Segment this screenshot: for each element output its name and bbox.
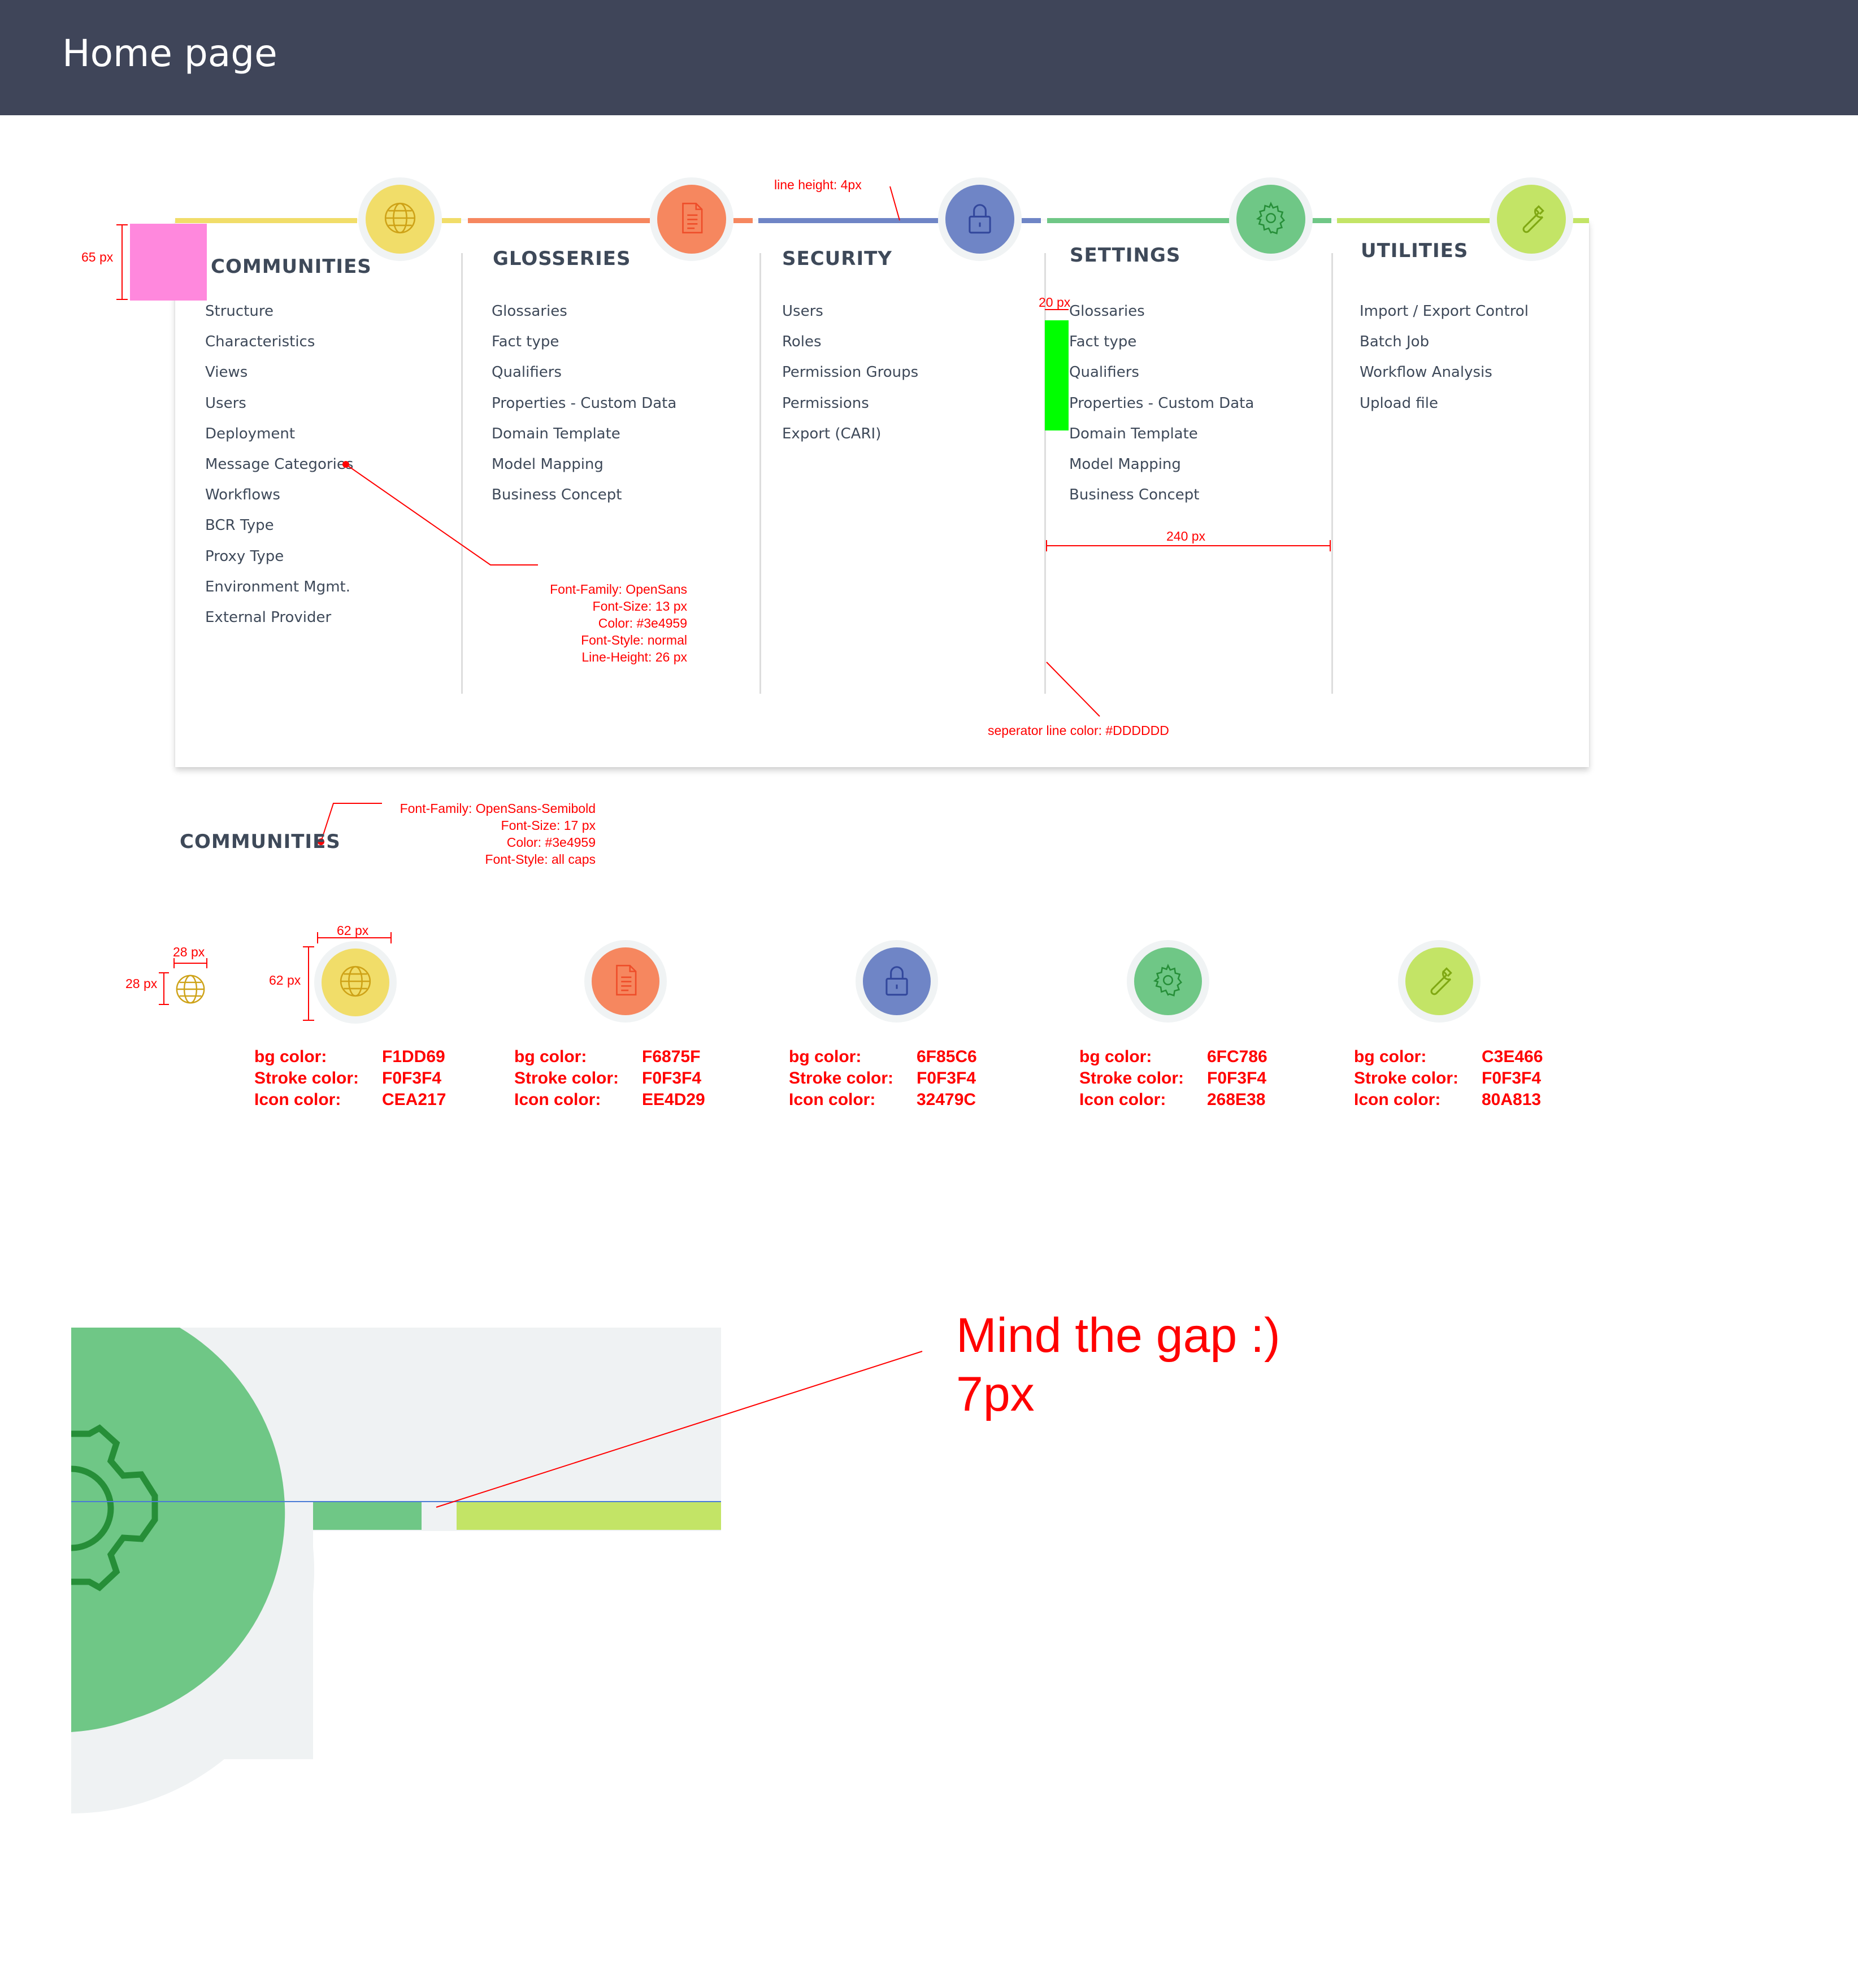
size-62-height-label: 62 px [269, 973, 301, 988]
wrench-icon [1422, 963, 1457, 1000]
title-font-note: Font-Family: OpenSans-Semibold Font-Size… [400, 801, 596, 867]
settings-color-spec: bg color: 6FC786 Stroke color: F0F3F4 Icon… [1079, 1047, 1267, 1109]
title-style-sample: COMMUNITIES [180, 830, 341, 853]
line-height-note: line height: 4px [774, 177, 862, 192]
gear-icon [1151, 963, 1186, 1000]
size-28-width-label: 28 px [173, 945, 205, 959]
mind-the-gap-note: Mind the gap :) 7px [956, 1308, 1280, 1421]
utilities-color-spec: bg color: C3E466 Stroke color: F0F3F4 Icon… [1354, 1047, 1543, 1109]
globe-icon [174, 973, 207, 1006]
document-icon [608, 963, 643, 1000]
communities-spec-circle [314, 941, 397, 1024]
zoom-settings-line [313, 1502, 422, 1530]
lock-icon [879, 963, 914, 1000]
utilities-spec-circle [1398, 940, 1481, 1023]
security-color-spec: bg color: 6F85C6 Stroke color: F0F3F4 Icon… [789, 1047, 977, 1109]
width-240-label: 240 px [1166, 529, 1206, 543]
zoom-utilities-line [457, 1502, 721, 1530]
size-62-width-label: 62 px [337, 923, 369, 938]
menu-font-note: Font-Family: OpenSans Font-Size: 13 px C… [550, 582, 687, 664]
spacing-marker [1045, 320, 1069, 430]
separator-color-note: seperator line color: #DDDDDD [988, 723, 1169, 738]
glosseries-spec-circle [584, 940, 667, 1023]
height-marker [130, 224, 207, 301]
gap-20-label: 20 px [1039, 295, 1071, 310]
size-28-height-label: 28 px [125, 976, 158, 991]
settings-spec-circle [1127, 940, 1209, 1023]
height-65-label: 65 px [81, 250, 114, 264]
communities-color-spec: bg color: F1DD69 Stroke color: F0F3F4 Icon… [254, 1047, 446, 1109]
security-spec-circle [856, 940, 938, 1023]
glosseries-color-spec: bg color: F6875F Stroke color: F0F3F4 Icon… [514, 1047, 705, 1109]
globe-icon [338, 964, 373, 1002]
